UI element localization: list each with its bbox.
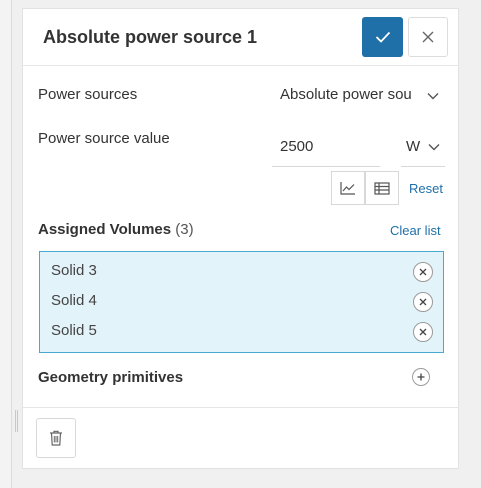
resize-handle[interactable] — [14, 410, 19, 432]
unit-underline — [401, 166, 445, 167]
panel-title: Absolute power source 1 — [43, 26, 258, 47]
remove-item-button[interactable] — [413, 292, 433, 312]
remove-circle-icon — [419, 268, 427, 276]
assigned-volumes-count: (3) — [175, 221, 194, 238]
power-sources-label: Power sources — [38, 86, 138, 103]
power-source-value-text: 2500 — [280, 138, 314, 155]
footer-divider — [23, 407, 458, 408]
table-button[interactable] — [365, 171, 399, 205]
add-geometry-primitive-button[interactable] — [412, 368, 430, 386]
input-underline — [272, 166, 380, 167]
assigned-volumes-label: Assigned Volumes — [38, 221, 172, 238]
list-item[interactable]: Solid 4 — [51, 292, 97, 309]
reset-link[interactable]: Reset — [409, 181, 443, 196]
chevron-down-icon — [427, 93, 439, 100]
delete-button[interactable] — [36, 418, 76, 458]
clear-list-link[interactable]: Clear list — [390, 223, 441, 238]
chevron-down-icon — [428, 144, 440, 151]
plus-circle-icon — [417, 373, 425, 381]
trash-icon — [50, 430, 62, 446]
power-sources-row: Power sources Absolute power sou — [38, 86, 443, 108]
check-icon — [375, 31, 390, 43]
list-item[interactable]: Solid 5 — [51, 322, 97, 339]
unit-value: W — [406, 138, 421, 155]
unit-select[interactable]: W — [401, 136, 445, 167]
chart-button[interactable] — [331, 171, 365, 205]
remove-circle-icon — [419, 328, 427, 336]
assigned-volumes-title: Assigned Volumes (3) — [38, 221, 194, 238]
properties-panel: Absolute power source 1 Power sources Ab… — [22, 8, 459, 469]
table-icon — [374, 181, 390, 195]
confirm-button[interactable] — [362, 17, 403, 57]
line-chart-icon — [340, 182, 355, 195]
assigned-volumes-list: Solid 3 Solid 4 Solid 5 — [39, 251, 444, 353]
power-sources-select[interactable]: Absolute power sou — [280, 86, 445, 108]
power-sources-value: Absolute power sou — [280, 86, 412, 103]
geometry-primitives-title: Geometry primitives — [38, 369, 184, 386]
power-source-value-row: Power source value 2500 W — [38, 130, 445, 170]
power-source-value-label: Power source value — [38, 130, 170, 147]
list-item[interactable]: Solid 3 — [51, 262, 97, 279]
remove-circle-icon — [419, 298, 427, 306]
panel-header: Absolute power source 1 — [23, 9, 458, 66]
left-sidebar-strip — [0, 0, 12, 488]
close-icon — [422, 31, 434, 43]
power-source-value-input[interactable]: 2500 — [272, 136, 386, 167]
remove-item-button[interactable] — [413, 322, 433, 342]
close-button[interactable] — [408, 17, 448, 57]
remove-item-button[interactable] — [413, 262, 433, 282]
